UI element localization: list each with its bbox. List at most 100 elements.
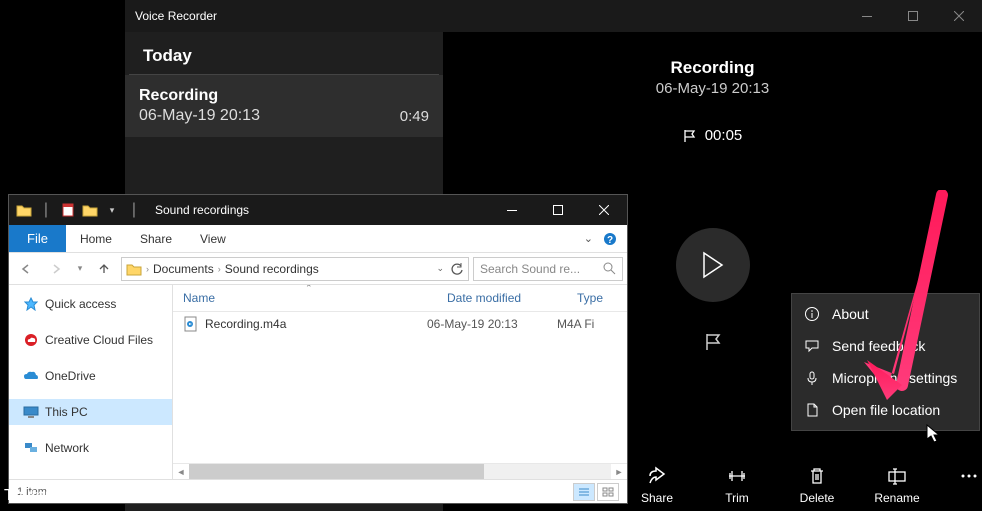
address-dropdown-icon[interactable]: ⌄: [436, 263, 444, 274]
flag-icon: [703, 332, 723, 352]
trim-button[interactable]: Trim: [712, 465, 762, 505]
play-icon: [701, 251, 725, 279]
nav-recent-dropdown[interactable]: ▾: [73, 257, 87, 281]
info-icon: [804, 306, 820, 322]
nav-onedrive[interactable]: OneDrive: [9, 363, 172, 389]
tab-file[interactable]: File: [9, 225, 66, 252]
chevron-right-icon[interactable]: ›: [146, 264, 149, 274]
menu-feedback-label: Send feedback: [832, 338, 925, 354]
qat-divider: |: [125, 199, 143, 221]
feedback-icon: [804, 338, 820, 354]
nav-this-pc[interactable]: This PC: [9, 399, 172, 425]
recording-list-item[interactable]: Recording 06-May-19 20:13 0:49: [125, 75, 443, 137]
explorer-titlebar[interactable]: | ▾ | Sound recordings: [9, 195, 627, 225]
playback-position: 00:05: [683, 127, 743, 144]
menu-open-file-location[interactable]: Open file location: [792, 394, 979, 426]
crumb-documents[interactable]: Documents: [153, 262, 214, 276]
more-button[interactable]: [952, 465, 982, 505]
file-date: 06-May-19 20:13: [427, 317, 557, 331]
column-type[interactable]: Type: [567, 285, 627, 311]
nav-back-button[interactable]: [13, 257, 39, 281]
item-duration: 0:49: [400, 108, 429, 125]
folder-icon: [126, 262, 142, 276]
explorer-address-bar: ▾ › Documents › Sound recordings ⌄ Searc…: [9, 253, 627, 285]
flag-icon: [683, 129, 697, 143]
search-icon: [603, 262, 616, 275]
details-view-button[interactable]: [573, 483, 595, 501]
audio-file-icon: [183, 316, 199, 332]
minimize-button[interactable]: [844, 0, 890, 32]
watermark-text: Thuthuattienich.com: [4, 487, 148, 505]
explorer-ribbon: File Home Share View ⌄ ?: [9, 225, 627, 253]
explorer-nav-pane: Quick access Creative Cloud Files OneDri…: [9, 285, 173, 479]
file-name: Recording.m4a: [205, 317, 286, 331]
menu-feedback[interactable]: Send feedback: [792, 330, 979, 362]
vr-app-title: Voice Recorder: [135, 9, 217, 23]
rename-label: Rename: [874, 491, 919, 505]
rename-icon: [886, 465, 908, 487]
horizontal-scrollbar[interactable]: [189, 464, 611, 480]
trim-label: Trim: [725, 491, 749, 505]
svg-text:?: ?: [607, 235, 613, 246]
share-button[interactable]: Share: [632, 465, 682, 505]
qat-dropdown-icon[interactable]: ▾: [103, 199, 121, 221]
item-datetime: 06-May-19 20:13: [139, 107, 260, 125]
scrollbar-right-button[interactable]: ►: [611, 467, 627, 477]
help-icon[interactable]: ?: [603, 232, 617, 246]
menu-about-label: About: [832, 306, 869, 322]
column-name[interactable]: Name: [173, 285, 437, 311]
tab-view[interactable]: View: [186, 225, 240, 252]
trim-icon: [726, 465, 748, 487]
rename-button[interactable]: Rename: [872, 465, 922, 505]
crumb-folder[interactable]: Sound recordings: [225, 262, 319, 276]
column-date[interactable]: Date modified: [437, 285, 567, 311]
address-box[interactable]: › Documents › Sound recordings ⌄: [121, 257, 469, 281]
nav-forward-button[interactable]: [43, 257, 69, 281]
qat-divider: |: [37, 199, 55, 221]
creative-cloud-icon: [23, 332, 39, 348]
refresh-icon[interactable]: [450, 262, 464, 276]
menu-mic-label: Microphone settings: [832, 370, 957, 386]
icons-view-button[interactable]: [597, 483, 619, 501]
add-marker-button[interactable]: [703, 332, 723, 352]
today-header: Today: [129, 32, 439, 75]
search-input[interactable]: Search Sound re...: [473, 257, 623, 281]
folder-icon: [15, 199, 33, 221]
tab-share[interactable]: Share: [126, 225, 186, 252]
share-label: Share: [641, 491, 673, 505]
trash-icon: [806, 465, 828, 487]
chevron-right-icon[interactable]: ›: [218, 264, 221, 274]
properties-icon[interactable]: [59, 199, 77, 221]
minimize-button[interactable]: [489, 195, 535, 225]
delete-button[interactable]: Delete: [792, 465, 842, 505]
search-placeholder: Search Sound re...: [480, 262, 603, 276]
detail-title: Recording: [670, 58, 754, 78]
this-pc-icon: [23, 404, 39, 420]
file-row[interactable]: Recording.m4a 06-May-19 20:13 M4A Fi: [173, 312, 627, 336]
nav-creative-cloud[interactable]: Creative Cloud Files: [9, 327, 172, 353]
ribbon-expand-icon[interactable]: ⌄: [584, 232, 593, 245]
menu-microphone-settings[interactable]: Microphone settings: [792, 362, 979, 394]
explorer-title: Sound recordings: [155, 203, 249, 217]
nav-network[interactable]: Network: [9, 435, 172, 461]
nav-up-button[interactable]: [91, 257, 117, 281]
maximize-button[interactable]: [535, 195, 581, 225]
file-list-header: Name Date modified Type: [173, 285, 627, 312]
delete-label: Delete: [800, 491, 835, 505]
play-button[interactable]: [676, 228, 750, 302]
item-title: Recording: [139, 87, 429, 105]
file-explorer-window: | ▾ | Sound recordings File Home Share V…: [8, 194, 628, 504]
more-icon: [958, 465, 980, 487]
new-folder-icon[interactable]: [81, 199, 99, 221]
explorer-file-pane: Name Date modified Type Recording.m4a 06…: [173, 285, 627, 479]
nav-quick-access[interactable]: Quick access: [9, 291, 172, 317]
maximize-button[interactable]: [890, 0, 936, 32]
tab-home[interactable]: Home: [66, 225, 126, 252]
close-button[interactable]: [581, 195, 627, 225]
menu-about[interactable]: About: [792, 298, 979, 330]
file-icon: [804, 402, 820, 418]
scrollbar-left-button[interactable]: ◄: [173, 467, 189, 477]
close-button[interactable]: [936, 0, 982, 32]
share-icon: [646, 465, 668, 487]
microphone-icon: [804, 370, 820, 386]
